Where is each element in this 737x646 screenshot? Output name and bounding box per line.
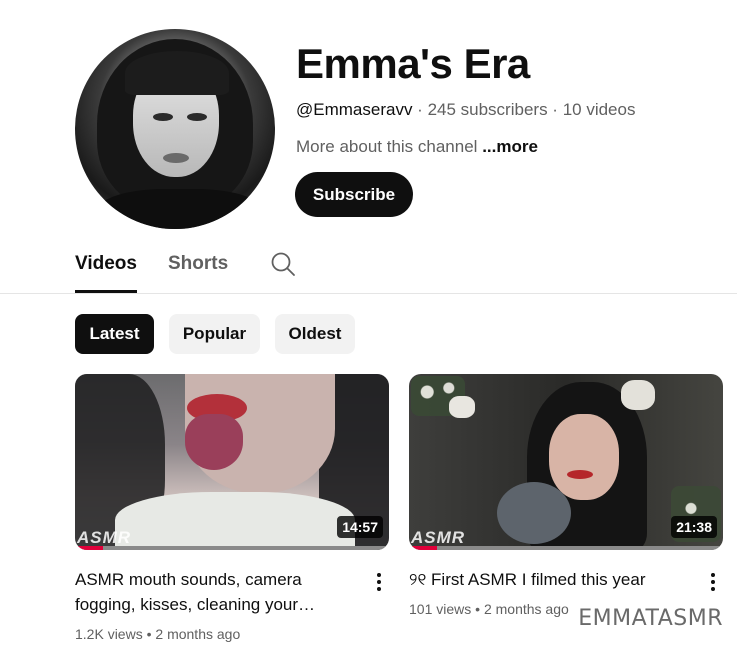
thumb-sweater	[115, 492, 355, 550]
search-icon[interactable]	[270, 251, 296, 277]
tab-shorts[interactable]: Shorts	[168, 253, 228, 275]
meta-separator: ·	[412, 100, 428, 119]
video-views: 101 views	[409, 601, 472, 617]
video-duration: 14:57	[337, 516, 383, 538]
video-title[interactable]: ASMR mouth sounds, camera fogging, kisse…	[75, 567, 345, 617]
tab-videos[interactable]: Videos	[75, 253, 137, 275]
channel-handle: @Emmaseravv	[296, 100, 413, 119]
channel-about[interactable]: More about this channel ...more	[296, 137, 538, 157]
channel-meta: @Emmaseravv · 245 subscribers · 10 video…	[296, 100, 635, 120]
thumb-face	[549, 414, 619, 500]
avatar-eye-right	[187, 113, 207, 121]
video-count: 10 videos	[562, 100, 636, 119]
video-title[interactable]: ୨୧ First ASMR I filmed this year	[409, 567, 679, 592]
video-duration: 21:38	[671, 516, 717, 538]
video-meta: 1.2K views • 2 months ago	[75, 626, 240, 642]
about-more-link[interactable]: ...more	[482, 137, 538, 156]
chip-popular[interactable]: Popular	[169, 314, 260, 354]
chip-oldest[interactable]: Oldest	[275, 314, 355, 354]
more-options-icon[interactable]	[708, 570, 718, 594]
video-thumbnail[interactable]: ASMR 21:38	[409, 374, 723, 550]
watch-progress-fill	[75, 546, 104, 550]
chip-latest[interactable]: Latest	[75, 314, 154, 354]
thumb-overlay-text: ASMR	[77, 528, 132, 547]
thumb-lips	[567, 470, 593, 479]
meta-dot: •	[471, 601, 484, 617]
watch-progress-bar	[75, 546, 389, 550]
thumb-tongue	[185, 414, 243, 470]
video-thumbnail[interactable]: ASMR 14:57	[75, 374, 389, 550]
avatar-fringe	[125, 51, 229, 95]
tabs-divider	[0, 293, 737, 294]
watch-progress-bar	[409, 546, 723, 550]
watch-progress-fill	[409, 546, 438, 550]
video-views: 1.2K views	[75, 626, 143, 642]
meta-separator: ·	[547, 100, 563, 119]
about-text: More about this channel	[296, 137, 478, 156]
more-options-icon[interactable]	[374, 570, 384, 594]
thumb-overlay-text: ASMR	[411, 528, 466, 547]
channel-avatar[interactable]	[75, 29, 275, 229]
video-age: 2 months ago	[155, 626, 241, 642]
avatar-eye-left	[153, 113, 173, 121]
meta-dot: •	[142, 626, 156, 642]
thumb-bow-right	[621, 380, 655, 410]
channel-name: Emma's Era	[296, 40, 530, 87]
thumb-microphone	[497, 482, 571, 544]
avatar-shirt	[95, 189, 265, 229]
watermark: EMMATASMR	[578, 606, 723, 631]
subscribe-button[interactable]: Subscribe	[295, 172, 413, 217]
subscriber-count: 245 subscribers	[427, 100, 548, 119]
thumb-bow	[449, 396, 475, 418]
avatar-lips	[163, 153, 189, 163]
video-meta: 101 views • 2 months ago	[409, 601, 569, 617]
video-age: 2 months ago	[483, 601, 569, 617]
